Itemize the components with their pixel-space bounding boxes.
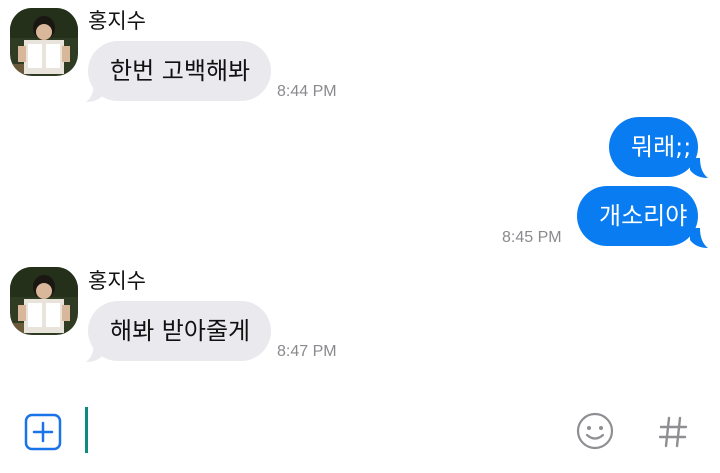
message-bubble-outgoing[interactable]: 뭐래;; bbox=[609, 117, 698, 177]
sender-name: 홍지수 bbox=[88, 9, 146, 33]
message-input[interactable] bbox=[92, 405, 552, 455]
smiley-icon[interactable] bbox=[575, 411, 615, 455]
message-bubble-incoming[interactable]: 한번 고백해봐 bbox=[88, 41, 271, 101]
message-timestamp: 8:44 PM bbox=[277, 83, 337, 100]
plus-square-icon[interactable] bbox=[24, 413, 62, 455]
message-bubble-outgoing[interactable]: 개소리야 bbox=[577, 186, 698, 246]
text-cursor bbox=[85, 407, 88, 453]
avatar[interactable] bbox=[10, 8, 78, 76]
message-bubble-incoming[interactable]: 해봐 받아줄게 bbox=[88, 301, 271, 361]
message-timestamp: 8:45 PM bbox=[502, 229, 562, 246]
message-timestamp: 8:47 PM bbox=[277, 343, 337, 360]
avatar[interactable] bbox=[10, 267, 78, 335]
sender-name: 홍지수 bbox=[88, 269, 146, 293]
hashtag-icon[interactable] bbox=[656, 413, 690, 455]
